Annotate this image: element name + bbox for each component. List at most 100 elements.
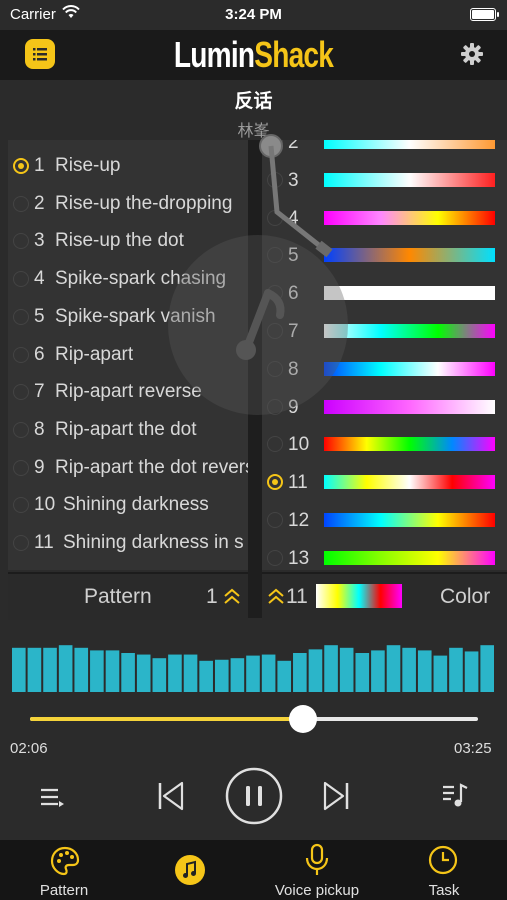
color-number: 10 — [288, 434, 310, 456]
visualizer-bar — [105, 650, 120, 692]
song-title: 反话 — [234, 91, 273, 112]
radio-button[interactable] — [267, 474, 283, 491]
color-item[interactable]: 12 — [262, 502, 507, 540]
menu-button[interactable] — [25, 39, 55, 69]
pattern-number: 11 — [34, 532, 54, 553]
visualizer-bar — [168, 654, 182, 692]
playlist-icon[interactable] — [38, 785, 66, 809]
current-time: 02:06 — [10, 740, 48, 757]
tab-music[interactable] — [160, 840, 220, 900]
visualizer-bar — [308, 649, 323, 692]
visualizer-bar — [386, 645, 401, 692]
visualizer-bar — [246, 655, 260, 692]
double-chevron-up-icon[interactable] — [222, 586, 242, 606]
radio-button[interactable] — [13, 346, 29, 363]
color-gradient — [324, 210, 495, 225]
pattern-item[interactable]: 10 Shining darkness — [8, 487, 248, 524]
pattern-number: 4 — [34, 268, 45, 290]
music-note-icon — [175, 855, 205, 885]
tab-task[interactable]: Task — [410, 840, 478, 900]
pattern-name: Rise-up the-dropping — [55, 192, 233, 214]
tab-pattern[interactable]: Pattern — [15, 840, 113, 900]
song-artist: 林峯 — [237, 123, 270, 140]
pattern-item[interactable]: 1 Rise-up — [8, 148, 248, 185]
visualizer-bar — [152, 658, 167, 692]
color-item[interactable]: 13 — [262, 540, 507, 570]
radio-button[interactable] — [13, 421, 29, 438]
pattern-number: 1 — [34, 155, 45, 176]
pattern-item[interactable]: 2 Rise-up the-dropping — [8, 186, 248, 223]
pattern-name: Rip-apart the dot — [55, 418, 197, 440]
visualizer-bar — [58, 645, 73, 692]
visualizer-bar — [402, 647, 416, 692]
color-gradient — [324, 286, 495, 301]
next-track-icon[interactable] — [321, 780, 351, 812]
color-gradient — [324, 172, 495, 187]
pattern-number: 9 — [34, 456, 45, 478]
color-item[interactable]: 10 — [262, 426, 507, 464]
tab-pattern-label: Pattern — [39, 882, 89, 899]
visualizer-bar — [43, 647, 57, 692]
radio-button[interactable] — [267, 549, 283, 566]
radio-button[interactable] — [13, 233, 29, 250]
visualizer-bar — [136, 654, 151, 692]
visualizer-bar — [293, 653, 307, 692]
visualizer-bar — [464, 651, 479, 692]
visualizer-bar — [90, 650, 104, 692]
visualizer-bar — [214, 659, 229, 692]
audio-visualizer — [12, 645, 494, 692]
visualizer-bar — [480, 645, 494, 692]
previous-track-icon[interactable] — [156, 780, 186, 812]
pattern-number: 3 — [34, 230, 45, 252]
visualizer-bar — [74, 647, 89, 692]
visualizer-bar — [261, 654, 276, 692]
palette-icon — [50, 846, 80, 876]
radio-button[interactable] — [13, 535, 29, 551]
pattern-name: Shining darkness in s — [63, 532, 244, 553]
app-logo: LuminShack — [173, 34, 334, 75]
radio-button[interactable] — [13, 459, 29, 476]
gear-icon[interactable] — [460, 42, 484, 66]
color-number: 12 — [288, 510, 310, 531]
pattern-name: Rip-apart the dot reverse — [55, 456, 248, 478]
music-list-icon[interactable] — [441, 782, 469, 810]
double-chevron-up-icon[interactable] — [266, 586, 286, 606]
radio-button[interactable] — [13, 271, 29, 288]
color-gradient — [324, 475, 495, 490]
progress-knob[interactable] — [289, 705, 318, 733]
color-number: 13 — [288, 547, 310, 569]
visualizer-bar — [355, 653, 370, 692]
pattern-name: Rise-up — [55, 155, 121, 176]
radio-button[interactable] — [13, 308, 29, 325]
tab-voice-pickup[interactable]: Voice pickup — [262, 840, 372, 900]
color-selector[interactable]: 11 Color — [262, 572, 507, 620]
radio-button[interactable] — [267, 512, 283, 528]
pattern-selector-value: 1 — [206, 585, 218, 608]
radio-button[interactable] — [13, 497, 29, 514]
visualizer-bar — [324, 645, 338, 692]
radio-button[interactable] — [13, 195, 29, 212]
visualizer-bar — [449, 647, 463, 692]
radio-button[interactable] — [13, 384, 29, 401]
pattern-number: 5 — [34, 305, 45, 327]
pattern-number: 7 — [34, 381, 45, 403]
visualizer-bar — [27, 647, 42, 692]
visualizer-bar — [183, 654, 198, 692]
pause-button[interactable] — [225, 767, 283, 825]
list-icon — [33, 48, 47, 61]
pattern-item[interactable]: 9 Rip-apart the dot reverse — [8, 450, 248, 487]
pattern-number: 6 — [34, 343, 45, 365]
pattern-item[interactable]: 11 Shining darkness in s — [8, 525, 248, 562]
pattern-selector[interactable]: Pattern 1 — [8, 572, 248, 620]
visualizer-bar — [12, 647, 26, 692]
radio-button[interactable] — [267, 436, 283, 453]
pattern-name: Rip-apart — [55, 343, 134, 365]
color-selector-value: 11 — [286, 585, 308, 608]
pattern-number: 10 — [34, 494, 56, 516]
color-selector-label: Color — [440, 585, 491, 608]
radio-button[interactable] — [13, 158, 29, 174]
pattern-item[interactable]: 8 Rip-apart the dot — [8, 412, 248, 449]
status-bar: Carrier 3:24 PM — [0, 0, 507, 30]
color-item[interactable]: 11 — [262, 464, 507, 502]
color-gradient — [324, 399, 495, 414]
